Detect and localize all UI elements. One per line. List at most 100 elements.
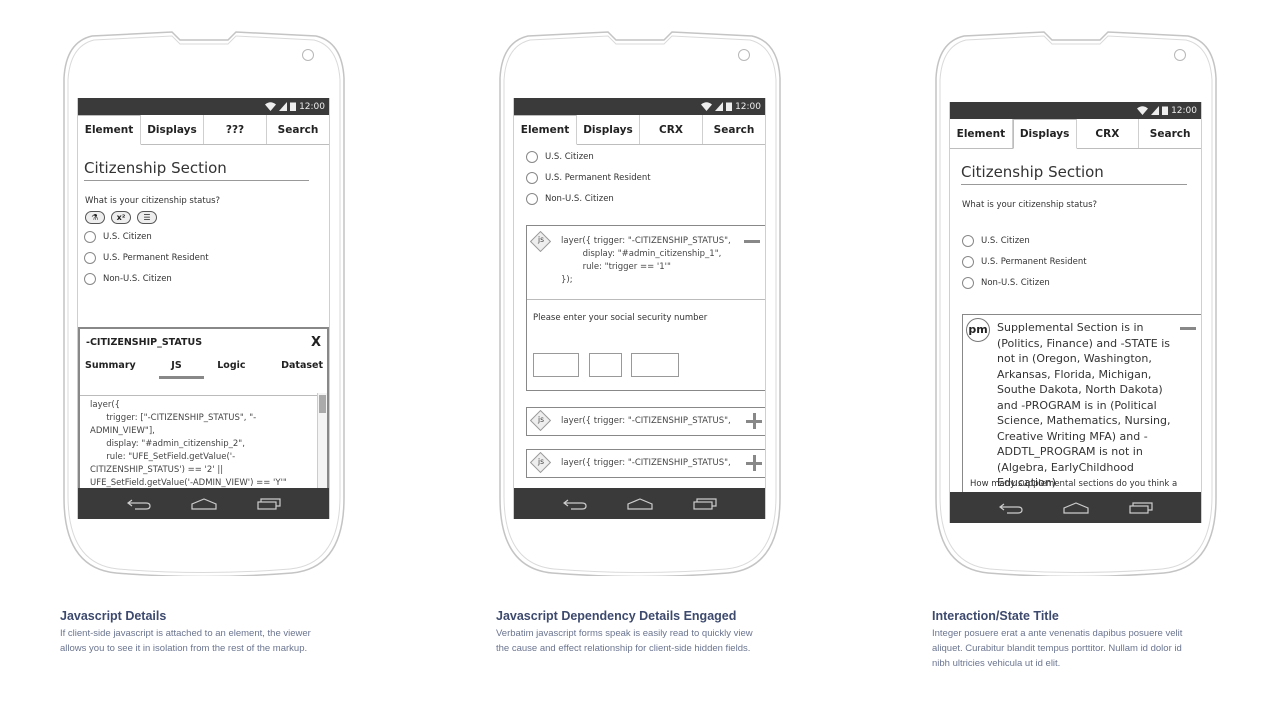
flask-icon[interactable]: ⚗ (85, 211, 105, 224)
android-nav-bar (514, 488, 765, 519)
radio-option-non-citizen[interactable]: Non-U.S. Citizen (962, 272, 1201, 293)
tab-element[interactable]: Element (950, 119, 1013, 148)
radio-option-us-citizen[interactable]: U.S. Citizen (526, 146, 765, 167)
collapse-button[interactable] (1180, 327, 1196, 330)
ssn-input-part-2[interactable] (589, 353, 622, 377)
radio-label: Non-U.S. Citizen (545, 193, 614, 204)
tab-element[interactable]: Element (514, 115, 577, 145)
phone-screen: 12:00 Element Displays ??? Search Citize… (77, 98, 330, 519)
tab-crx[interactable]: CRX (1077, 119, 1140, 148)
tab-displays[interactable]: Displays (1012, 119, 1077, 149)
code-line: rule: "trigger == '1'" (561, 262, 671, 272)
code-line: display: "#admin_citizenship_1", (561, 249, 722, 259)
radio-option-permanent-resident[interactable]: U.S. Permanent Resident (84, 247, 329, 268)
tab-search[interactable]: Search (703, 115, 765, 144)
radio-button[interactable] (84, 230, 96, 243)
signal-icon (279, 102, 288, 111)
status-bar: 12:00 (950, 102, 1201, 119)
expand-button[interactable] (746, 455, 762, 471)
display-logic-text: Supplemental Section is in (Politics, Fi… (997, 321, 1171, 489)
tab-element[interactable]: Element (78, 115, 141, 145)
wifi-icon (1137, 106, 1149, 115)
recent-apps-icon[interactable] (1126, 498, 1156, 518)
caption-title: Interaction/State Title (932, 609, 1059, 623)
panel-tab-logic[interactable]: Logic (217, 360, 245, 395)
wifi-icon (265, 102, 277, 111)
phone-mockup-javascript-details: 12:00 Element Displays ??? Search Citize… (62, 28, 346, 576)
recent-apps-icon[interactable] (690, 494, 720, 514)
front-camera-icon (302, 49, 314, 61)
home-icon[interactable] (189, 494, 219, 514)
element-details-panel: -CITIZENSHIP_STATUS X Summary JS Logic D… (78, 327, 329, 488)
js-badge-label: js (538, 235, 544, 244)
recent-apps-icon[interactable] (254, 494, 284, 514)
radio-button[interactable] (84, 272, 96, 285)
radio-option-us-citizen[interactable]: U.S. Citizen (962, 230, 1201, 251)
tab-crx[interactable]: CRX (640, 115, 703, 144)
tab-unknown[interactable]: ??? (204, 115, 267, 144)
radio-option-non-citizen[interactable]: Non-U.S. Citizen (526, 188, 765, 209)
back-icon[interactable] (124, 494, 154, 514)
status-bar: 12:00 (78, 98, 329, 115)
back-icon[interactable] (996, 498, 1026, 518)
caption-body: Verbatim javascript forms speak is easil… (496, 628, 753, 654)
radio-label: U.S. Citizen (981, 235, 1030, 246)
radio-button[interactable] (84, 251, 96, 264)
radio-option-permanent-resident[interactable]: U.S. Permanent Resident (526, 167, 765, 188)
status-bar: 12:00 (514, 98, 765, 115)
radio-option-us-citizen[interactable]: U.S. Citizen (84, 226, 329, 247)
collapse-button[interactable] (744, 240, 760, 243)
code-scrollbar[interactable] (317, 393, 327, 488)
front-camera-icon (738, 49, 750, 61)
tab-displays[interactable]: Displays (141, 115, 204, 144)
status-time: 12:00 (735, 101, 761, 112)
pm-badge-icon: pm (966, 318, 990, 342)
caption-javascript-details: Javascript Details If client-side javasc… (60, 609, 320, 656)
radio-option-permanent-resident[interactable]: U.S. Permanent Resident (962, 251, 1201, 272)
signal-icon (715, 102, 724, 111)
collapsed-js-dependency[interactable]: js layer({ trigger: "-CITIZENSHIP_STATUS… (526, 449, 765, 478)
next-question-label: How many supplemental sections do you th… (970, 479, 1178, 489)
caption-js-dependency: Javascript Dependency Details Engaged Ve… (496, 609, 756, 656)
tab-search[interactable]: Search (1139, 119, 1201, 148)
radio-button[interactable] (962, 276, 974, 289)
js-badge-label: js (538, 457, 544, 466)
caption-title: Javascript Dependency Details Engaged (496, 609, 737, 623)
status-time: 12:00 (1171, 105, 1197, 116)
superscript-icon[interactable]: x² (111, 211, 131, 224)
radio-label: Non-U.S. Citizen (981, 277, 1050, 288)
expand-button[interactable] (746, 413, 762, 429)
android-nav-bar (950, 492, 1201, 523)
panel-tab-dataset[interactable]: Dataset (281, 360, 323, 395)
radio-button[interactable] (526, 192, 538, 205)
signal-icon (1151, 106, 1160, 115)
list-icon[interactable]: ☰ (137, 211, 157, 224)
top-tabs: Element Displays CRX Search (950, 119, 1201, 149)
top-tabs: Element Displays ??? Search (78, 115, 329, 145)
battery-icon (290, 102, 297, 111)
ssn-input-part-1[interactable] (533, 353, 579, 377)
radio-button[interactable] (526, 171, 538, 184)
phone-mockup-interaction-state: 12:00 Element Displays CRX Search Citize… (934, 28, 1218, 576)
code-line: }); (561, 275, 573, 285)
scrollbar-thumb[interactable] (319, 395, 326, 413)
tab-displays[interactable]: Displays (577, 115, 640, 144)
caption-title: Javascript Details (60, 609, 167, 623)
radio-button[interactable] (962, 255, 974, 268)
panel-tab-summary[interactable]: Summary (85, 360, 136, 395)
collapsed-js-dependency[interactable]: js layer({ trigger: "-CITIZENSHIP_STATUS… (526, 407, 765, 436)
panel-tab-js[interactable]: JS (158, 360, 205, 395)
caption-interaction-state: Interaction/State Title Integer posuere … (932, 609, 1192, 671)
home-icon[interactable] (1061, 498, 1091, 518)
home-icon[interactable] (625, 494, 655, 514)
close-panel-button[interactable]: X (311, 335, 321, 350)
ssn-field-label: Please enter your social security number (533, 313, 708, 323)
radio-button[interactable] (962, 234, 974, 247)
ssn-input-part-3[interactable] (631, 353, 679, 377)
radio-button[interactable] (526, 150, 538, 163)
tab-search[interactable]: Search (267, 115, 329, 144)
radio-option-non-citizen[interactable]: Non-U.S. Citizen (84, 268, 329, 289)
radio-label: U.S. Citizen (103, 231, 152, 242)
radio-label: U.S. Citizen (545, 151, 594, 162)
back-icon[interactable] (560, 494, 590, 514)
